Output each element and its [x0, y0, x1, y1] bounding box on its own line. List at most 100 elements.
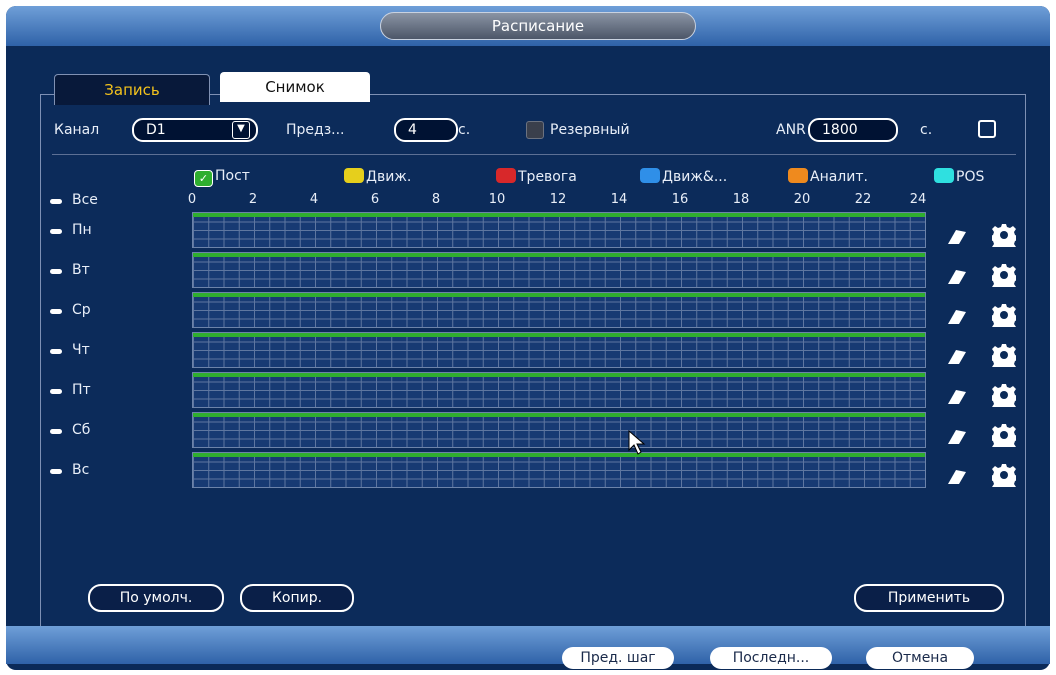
gear-icon[interactable] — [992, 303, 1016, 327]
gear-icon[interactable] — [992, 423, 1016, 447]
hour-label: 4 — [309, 192, 319, 207]
schedule-segment-regular — [193, 333, 925, 337]
schedule-segment-regular — [193, 213, 925, 217]
tab-record[interactable]: Запись — [54, 74, 210, 105]
schedule-bar-fri[interactable] — [192, 372, 926, 408]
hour-label: 8 — [431, 192, 441, 207]
pre-record-input[interactable]: 4 — [394, 118, 458, 142]
hour-label: 16 — [671, 192, 689, 207]
hour-label: 2 — [248, 192, 258, 207]
legend-regular[interactable]: ✓ Пост — [194, 168, 250, 187]
copy-button[interactable]: Копир. — [240, 584, 354, 612]
all-days-toggle[interactable] — [50, 199, 62, 204]
dropdown-arrow-icon: ▼ — [232, 121, 250, 139]
day-toggle[interactable] — [50, 429, 62, 434]
gear-icon[interactable] — [992, 463, 1016, 487]
eraser-icon[interactable] — [944, 346, 970, 366]
hour-label: 10 — [488, 192, 506, 207]
legend-motion[interactable]: Движ. — [344, 168, 411, 185]
schedule-bar-sun[interactable] — [192, 452, 926, 488]
eraser-icon[interactable] — [944, 386, 970, 406]
checkbox-icon: ✓ — [194, 170, 213, 187]
all-days-row[interactable]: Все — [50, 190, 170, 212]
day-label: Пн — [72, 222, 92, 238]
schedule-bar-sat[interactable] — [192, 412, 926, 448]
day-toggle[interactable] — [50, 269, 62, 274]
hour-label: 12 — [549, 192, 567, 207]
schedule-window: Расписание Запись Снимок Канал D1 ▼ Пред… — [6, 6, 1050, 670]
hour-label: 0 — [187, 192, 197, 207]
backup-checkbox[interactable] — [526, 121, 544, 139]
schedule-segment-regular — [193, 293, 925, 297]
schedule-bar-tue[interactable] — [192, 252, 926, 288]
channel-label: Канал — [54, 122, 100, 138]
pre-record-value: 4 — [408, 122, 417, 138]
legend-analytics[interactable]: Аналит. — [788, 168, 868, 185]
prev-step-button[interactable]: Пред. шаг — [562, 647, 674, 669]
hour-label: 20 — [793, 192, 811, 207]
legend-pos[interactable]: POS — [934, 168, 984, 185]
all-days-label: Все — [72, 192, 98, 208]
separator — [52, 154, 1016, 155]
day-row-sun[interactable]: Вс — [50, 460, 170, 482]
day-row-mon[interactable]: Пн — [50, 220, 170, 242]
schedule-bar-wed[interactable] — [192, 292, 926, 328]
channel-value: D1 — [146, 122, 166, 138]
anr-input[interactable]: 1800 — [808, 118, 898, 142]
gear-icon[interactable] — [992, 383, 1016, 407]
eraser-icon[interactable] — [944, 426, 970, 446]
day-label: Сб — [72, 422, 91, 438]
day-toggle[interactable] — [50, 229, 62, 234]
day-label: Ср — [72, 302, 91, 318]
mouse-cursor-icon — [628, 430, 646, 455]
day-row-sat[interactable]: Сб — [50, 420, 170, 442]
pre-record-label: Предз... — [286, 122, 345, 138]
pre-record-unit: с. — [458, 122, 471, 138]
gear-icon[interactable] — [992, 223, 1016, 247]
day-toggle[interactable] — [50, 469, 62, 474]
day-row-wed[interactable]: Ср — [50, 300, 170, 322]
cancel-button[interactable]: Отмена — [866, 647, 974, 669]
window-title: Расписание — [380, 12, 696, 40]
title-bar: Расписание — [6, 6, 1050, 46]
schedule-segment-regular — [193, 373, 925, 377]
day-label: Чт — [72, 342, 90, 358]
legend-motion-alarm[interactable]: Движ&... — [640, 168, 727, 185]
anr-value: 1800 — [822, 122, 858, 138]
anr-label: ANR — [776, 122, 806, 138]
backup-label: Резервный — [550, 122, 630, 138]
eraser-icon[interactable] — [944, 466, 970, 486]
eraser-icon[interactable] — [944, 306, 970, 326]
day-label: Вс — [72, 462, 90, 478]
last-step-button[interactable]: Последн... — [710, 647, 832, 669]
day-row-tue[interactable]: Вт — [50, 260, 170, 282]
day-row-thu[interactable]: Чт — [50, 340, 170, 362]
schedule-bar-thu[interactable] — [192, 332, 926, 368]
anr-checkbox[interactable] — [978, 120, 996, 138]
schedule-segment-regular — [193, 413, 925, 417]
day-label: Вт — [72, 262, 90, 278]
day-toggle[interactable] — [50, 389, 62, 394]
hour-label: 22 — [854, 192, 872, 207]
hour-label: 6 — [370, 192, 380, 207]
channel-select[interactable]: D1 ▼ — [132, 118, 258, 142]
legend-alarm[interactable]: Тревога — [496, 168, 577, 185]
apply-button[interactable]: Применить — [854, 584, 1004, 612]
anr-unit: с. — [920, 122, 933, 138]
tab-snapshot[interactable]: Снимок — [220, 72, 370, 102]
eraser-icon[interactable] — [944, 226, 970, 246]
schedule-segment-regular — [193, 253, 925, 257]
hour-label: 14 — [610, 192, 628, 207]
hour-label: 18 — [732, 192, 750, 207]
eraser-icon[interactable] — [944, 266, 970, 286]
schedule-segment-regular — [193, 453, 925, 457]
day-toggle[interactable] — [50, 349, 62, 354]
default-button[interactable]: По умолч. — [88, 584, 224, 612]
day-toggle[interactable] — [50, 309, 62, 314]
day-label: Пт — [72, 382, 91, 398]
gear-icon[interactable] — [992, 263, 1016, 287]
day-row-fri[interactable]: Пт — [50, 380, 170, 402]
schedule-bar-mon[interactable] — [192, 212, 926, 248]
gear-icon[interactable] — [992, 343, 1016, 367]
hour-label: 24 — [909, 192, 927, 207]
